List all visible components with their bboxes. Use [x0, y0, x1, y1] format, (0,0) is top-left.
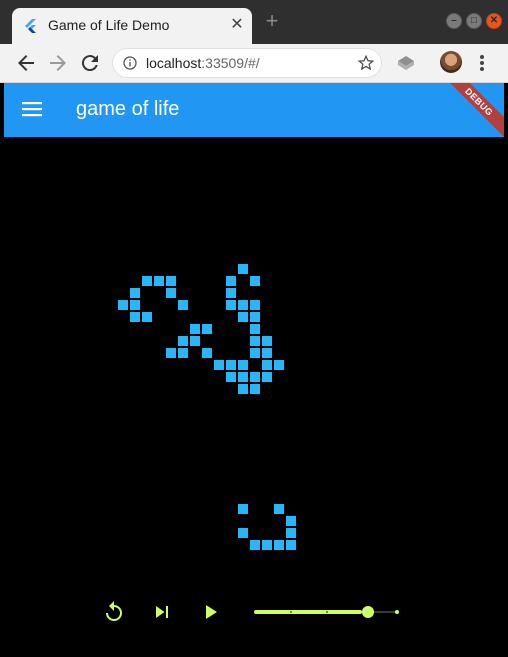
live-cell[interactable]	[250, 348, 260, 358]
tab-title: Game of Life Demo	[48, 17, 170, 33]
browser-tab[interactable]: Game of Life Demo ✕	[12, 8, 252, 44]
live-cell[interactable]	[166, 288, 176, 298]
live-cell[interactable]	[130, 288, 140, 298]
back-arrow-icon[interactable]	[14, 51, 38, 75]
debug-banner: DEBUG	[435, 83, 504, 137]
live-cell[interactable]	[142, 312, 152, 322]
live-cell[interactable]	[274, 504, 284, 514]
tab-close-icon[interactable]: ✕	[228, 16, 246, 34]
url-text[interactable]: localhost:33509/#/	[146, 55, 260, 71]
live-cell[interactable]	[238, 300, 248, 310]
flutter-logo-icon	[25, 19, 36, 33]
slider-thumb[interactable]	[362, 606, 374, 618]
live-cell[interactable]	[226, 360, 236, 370]
browser-window: Game of Life Demo ✕ + – □ ✕ localhost:33…	[0, 0, 508, 657]
more-vert-icon[interactable]	[474, 52, 490, 74]
live-cell[interactable]	[262, 360, 272, 370]
skip-next-icon[interactable]	[150, 600, 174, 624]
slider-tick	[326, 611, 328, 613]
live-cell[interactable]	[274, 540, 284, 550]
live-cell[interactable]	[118, 300, 128, 310]
game-board[interactable]	[4, 137, 504, 653]
live-cell[interactable]	[238, 360, 248, 370]
menu-icon[interactable]	[22, 100, 42, 118]
close-window-button[interactable]: ✕	[486, 13, 502, 29]
title-bar: Game of Life Demo ✕ + – □ ✕	[0, 0, 508, 44]
live-cell[interactable]	[250, 300, 260, 310]
live-cell[interactable]	[250, 372, 260, 382]
profile-avatar[interactable]	[440, 51, 462, 73]
live-cell[interactable]	[250, 384, 260, 394]
live-cell[interactable]	[238, 384, 248, 394]
play-icon[interactable]	[198, 600, 222, 624]
live-cell[interactable]	[238, 312, 248, 322]
live-cell[interactable]	[238, 264, 248, 274]
live-cell[interactable]	[250, 312, 260, 322]
live-cell[interactable]	[166, 276, 176, 286]
live-cell[interactable]	[238, 528, 248, 538]
live-cell[interactable]	[190, 324, 200, 334]
minimize-button[interactable]: –	[446, 13, 462, 29]
bookmark-star-icon[interactable]	[357, 54, 375, 72]
new-tab-button[interactable]: +	[262, 10, 282, 32]
live-cell[interactable]	[226, 276, 236, 286]
slider-tick	[290, 611, 292, 613]
slider-end-dot	[395, 610, 399, 614]
live-cell[interactable]	[154, 276, 164, 286]
live-cell[interactable]	[190, 336, 200, 346]
live-cell[interactable]	[202, 348, 212, 358]
live-cell[interactable]	[178, 348, 188, 358]
live-cell[interactable]	[286, 540, 296, 550]
live-cell[interactable]	[238, 504, 248, 514]
address-bar[interactable]: localhost:33509/#/	[112, 48, 382, 78]
replay-icon[interactable]	[102, 600, 126, 624]
live-cell[interactable]	[214, 360, 224, 370]
live-cell[interactable]	[226, 300, 236, 310]
live-cell[interactable]	[286, 528, 296, 538]
live-cell[interactable]	[238, 372, 248, 382]
live-cell[interactable]	[130, 300, 140, 310]
live-cell[interactable]	[262, 540, 272, 550]
app-bar: game of life DEBUG	[4, 83, 504, 137]
live-cell[interactable]	[226, 288, 236, 298]
live-cell[interactable]	[178, 300, 188, 310]
live-cell[interactable]	[226, 372, 236, 382]
live-cell[interactable]	[262, 348, 272, 358]
live-cell[interactable]	[166, 348, 176, 358]
app-title: game of life	[76, 98, 180, 120]
live-cell[interactable]	[250, 336, 260, 346]
maximize-button[interactable]: □	[466, 13, 482, 29]
info-icon[interactable]	[123, 56, 137, 70]
live-cell[interactable]	[286, 516, 296, 526]
live-cell[interactable]	[250, 540, 260, 550]
forward-arrow-icon[interactable]	[46, 51, 70, 75]
live-cell[interactable]	[202, 324, 212, 334]
live-cell[interactable]	[262, 372, 272, 382]
browser-toolbar: localhost:33509/#/	[0, 44, 508, 83]
live-cell[interactable]	[274, 360, 284, 370]
live-cell[interactable]	[130, 312, 140, 322]
live-cell[interactable]	[262, 336, 272, 346]
extension-icon[interactable]	[396, 53, 416, 73]
slider-active-track	[254, 610, 362, 614]
live-cell[interactable]	[250, 324, 260, 334]
live-cell[interactable]	[142, 276, 152, 286]
live-cell[interactable]	[178, 336, 188, 346]
speed-slider[interactable]	[254, 605, 404, 619]
reload-icon[interactable]	[78, 51, 102, 75]
live-cell[interactable]	[250, 276, 260, 286]
